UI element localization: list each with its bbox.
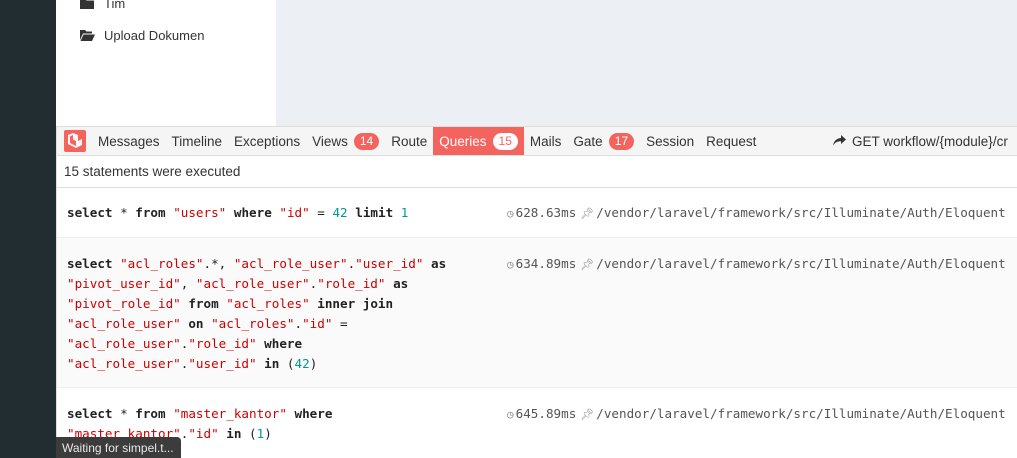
tab-timeline[interactable]: Timeline	[166, 127, 229, 155]
debugbar-header: Messages Timeline Exceptions Views 14 Rou…	[57, 126, 1017, 156]
content-area	[276, 0, 1017, 126]
query-source: /vendor/laravel/framework/src/Illuminate…	[596, 406, 1006, 421]
tab-views[interactable]: Views 14	[306, 127, 385, 155]
tab-queries[interactable]: Queries 15	[433, 127, 524, 155]
query-time: 628.63ms	[515, 205, 577, 220]
current-route[interactable]: GET workflow/{module}/cr	[833, 127, 1008, 155]
share-arrow-icon	[833, 134, 846, 149]
sidebar: Tim Upload Dokumen	[56, 0, 276, 126]
query-meta: ◷ 645.89ms 📌︎/vendor/laravel/framework/src…	[507, 404, 1006, 425]
gate-count-badge: 17	[608, 132, 635, 150]
query-row[interactable]: select * from "master_kantor" where "mast…	[57, 388, 1017, 458]
thumbtack-icon: 📌︎	[580, 258, 595, 271]
folder-open-icon	[78, 28, 96, 42]
query-source: /vendor/laravel/framework/src/Illuminate…	[596, 256, 1006, 271]
debugbar: Messages Timeline Exceptions Views 14 Rou…	[56, 126, 1017, 458]
query-row[interactable]: select * from "users" where "id" = 42 li…	[57, 188, 1017, 238]
views-count-badge: 14	[353, 132, 380, 150]
clock-icon: ◷	[507, 408, 514, 421]
sidebar-item-upload-dokumen[interactable]: Upload Dokumen	[78, 25, 204, 45]
statements-status: 15 statements were executed	[57, 156, 1017, 188]
browser-status-tooltip: Waiting for simpel.t...	[56, 437, 181, 458]
tab-mails[interactable]: Mails	[524, 127, 568, 155]
folder-icon	[78, 0, 96, 10]
sidebar-item-label: Upload Dokumen	[104, 27, 205, 43]
tab-exceptions[interactable]: Exceptions	[228, 127, 306, 155]
query-time: 645.89ms	[515, 406, 577, 421]
queries-count-badge: 15	[492, 132, 518, 150]
app-left-strip	[0, 0, 56, 458]
tab-request[interactable]: Request	[700, 127, 762, 155]
query-meta: ◷ 628.63ms 📌︎/vendor/laravel/framework/src…	[507, 203, 1006, 224]
sidebar-item-label: Tim	[104, 0, 126, 11]
tab-route[interactable]: Route	[385, 127, 433, 155]
laravel-logo-icon[interactable]	[57, 127, 92, 155]
tab-gate[interactable]: Gate 17	[567, 127, 640, 155]
clock-icon: ◷	[507, 207, 514, 220]
tab-messages[interactable]: Messages	[92, 127, 166, 155]
sidebar-item-tim[interactable]: Tim	[78, 0, 125, 13]
clock-icon: ◷	[507, 258, 514, 271]
query-sql: select * from "users" where "id" = 42 li…	[67, 205, 409, 220]
thumbtack-icon: 📌︎	[580, 207, 595, 220]
query-source: /vendor/laravel/framework/src/Illuminate…	[596, 205, 1006, 220]
query-meta: ◷ 634.89ms 📌︎/vendor/laravel/framework/src…	[507, 254, 1006, 275]
query-time: 634.89ms	[515, 256, 577, 271]
query-sql: select "acl_roles".*, "acl_role_user"."u…	[67, 256, 447, 371]
thumbtack-icon: 📌︎	[580, 408, 595, 421]
tab-session[interactable]: Session	[640, 127, 700, 155]
query-row[interactable]: select "acl_roles".*, "acl_role_user"."u…	[57, 238, 1017, 388]
route-label: GET workflow/{module}/cr	[852, 133, 1008, 149]
